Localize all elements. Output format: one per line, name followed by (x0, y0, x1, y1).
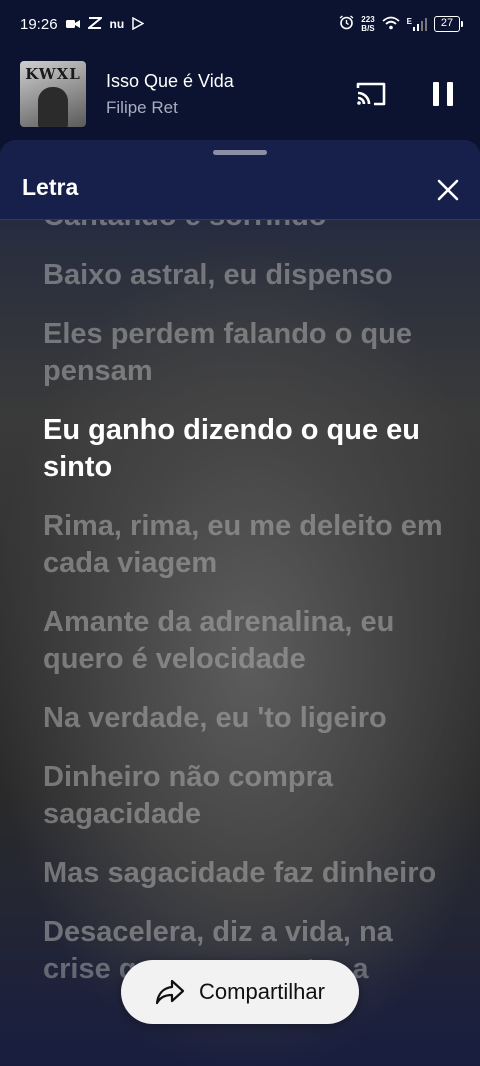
play-store-icon (132, 16, 145, 32)
lyric-line[interactable]: Amante da adrenalina, eu quero é velocid… (43, 604, 443, 678)
lyrics-title: Letra (22, 174, 79, 200)
lyrics-list[interactable]: Cantando e sorrindo Baixo astral, eu disp… (43, 220, 443, 1010)
share-button[interactable]: Compartilhar (121, 960, 359, 1024)
mini-player[interactable]: KWXL Isso Que é Vida Filipe Ret (0, 48, 480, 140)
status-time: 19:26 (20, 15, 58, 33)
app-icon (85, 17, 104, 31)
drag-handle[interactable] (213, 150, 267, 155)
album-art-text: KWXL (25, 65, 81, 83)
lyric-line[interactable]: Eles perdem falando o que pensam (43, 316, 443, 390)
lyric-line[interactable]: Rima, rima, eu me deleito em cada viagem (43, 508, 443, 582)
track-info[interactable]: Isso Que é Vida Filipe Ret (106, 71, 234, 118)
lyric-line[interactable]: Cantando e sorrindo (43, 220, 443, 235)
lyric-line[interactable]: Mas sagacidade faz dinheiro (43, 855, 443, 892)
lyric-line[interactable]: Na verdade, eu 'to ligeiro (43, 700, 443, 737)
lyrics-header: Letra (0, 140, 480, 220)
album-art[interactable]: KWXL (20, 61, 86, 127)
share-label: Compartilhar (199, 979, 325, 1004)
nu-icon: nu (109, 17, 125, 31)
wifi-icon (382, 16, 400, 33)
alarm-icon (339, 15, 354, 33)
track-title: Isso Que é Vida (106, 70, 234, 91)
close-icon (437, 179, 459, 201)
network-speed: 223 B/S (361, 15, 374, 33)
close-button[interactable] (430, 172, 466, 208)
video-icon (65, 18, 80, 31)
player-controls (354, 77, 460, 111)
share-icon (155, 979, 185, 1005)
lyric-line[interactable]: Dinheiro não compra sagacidade (43, 759, 443, 833)
pause-button[interactable] (426, 77, 460, 111)
signal-icon (413, 18, 427, 31)
lyric-line[interactable]: Baixo astral, eu dispenso (43, 257, 443, 294)
status-left: 19:26 nu (20, 15, 145, 33)
album-art-figure (38, 87, 68, 127)
track-artist: Filipe Ret (106, 97, 178, 117)
signal-indicator: E (407, 17, 427, 31)
pause-icon (433, 82, 453, 106)
cast-button[interactable] (354, 77, 388, 111)
lyrics-sheet: Letra Cantando e sorrindo Baixo astral, e… (0, 140, 480, 1066)
net-speed-value: 223 (361, 15, 375, 24)
status-right: 223 B/S E 27 (339, 15, 463, 33)
status-bar: 19:26 nu 223 B/S E 27 (0, 0, 480, 48)
signal-label: E (406, 17, 412, 26)
lyrics-body[interactable]: Cantando e sorrindo Baixo astral, eu disp… (0, 220, 480, 1066)
net-speed-unit: B/S (361, 24, 375, 33)
lyric-line-active[interactable]: Eu ganho dizendo o que eu sinto (43, 412, 443, 486)
cast-icon (356, 82, 386, 106)
battery-icon: 27 (434, 16, 463, 32)
